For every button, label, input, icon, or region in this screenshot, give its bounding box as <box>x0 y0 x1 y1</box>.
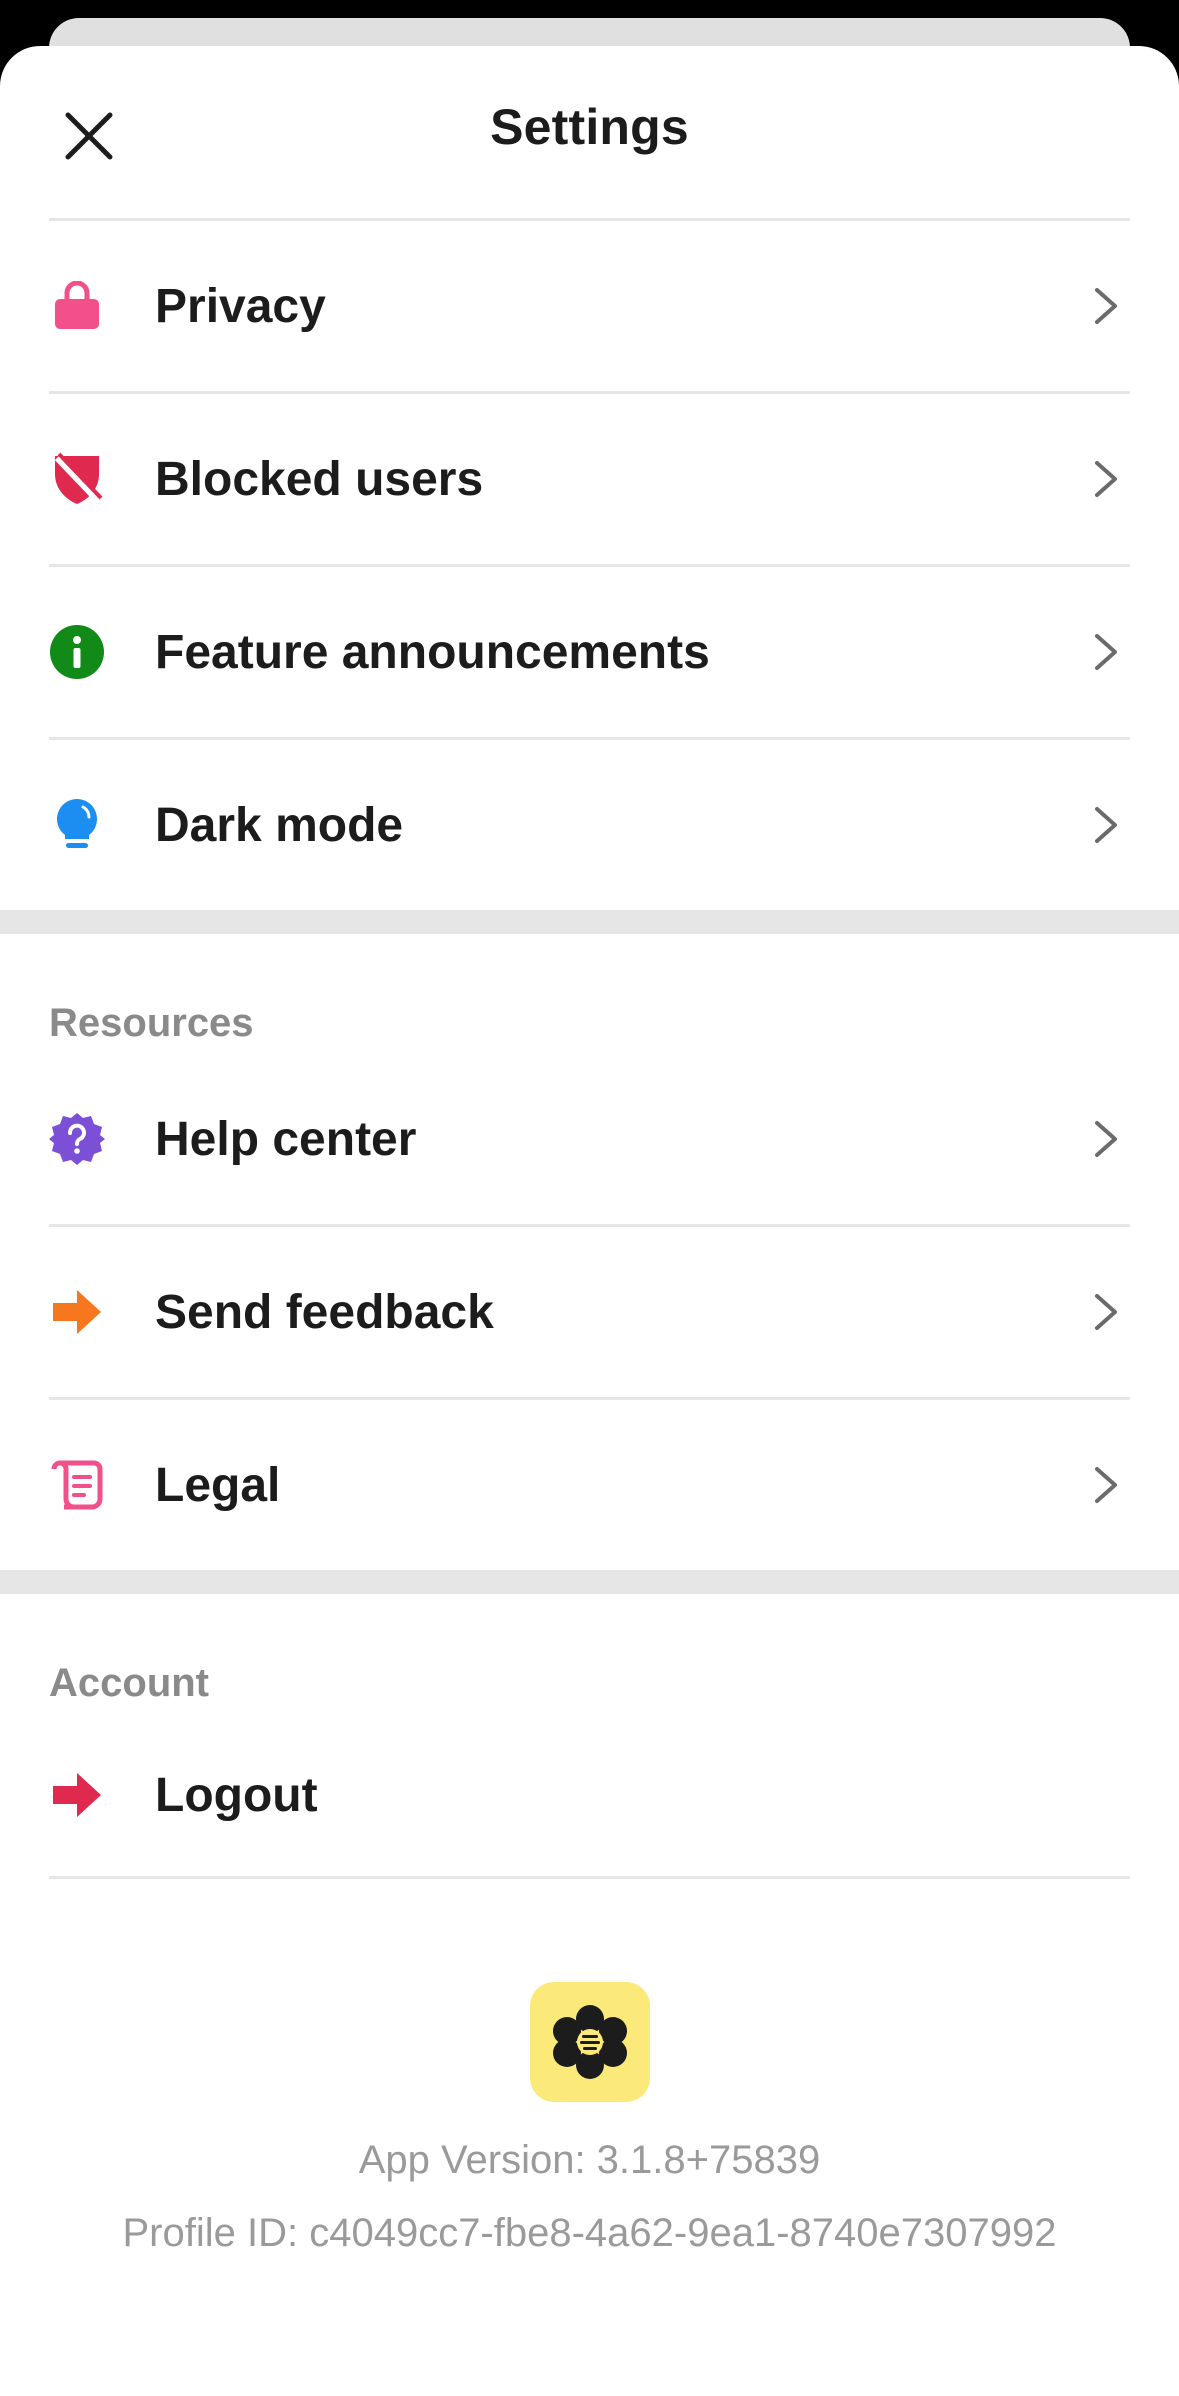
resources-list: Help center Send feedback Legal <box>49 1054 1130 1570</box>
app-logo-icon <box>529 1982 650 2102</box>
section-title-account: Account <box>49 1661 209 1705</box>
settings-item-label: Dark mode <box>155 798 404 852</box>
header: Settings <box>0 46 1179 218</box>
chevron-right-icon <box>1086 459 1126 499</box>
settings-item-privacy[interactable]: Privacy <box>49 218 1130 391</box>
chevron-right-icon <box>1086 805 1126 845</box>
chevron-right-icon <box>1086 1465 1126 1505</box>
section-divider <box>0 910 1179 934</box>
settings-item-label: Feature announcements <box>155 625 710 679</box>
app-version: App Version: 3.1.8+75839 <box>358 2138 821 2182</box>
section-title-resources: Resources <box>49 1001 254 1045</box>
help-badge-icon <box>49 1111 105 1167</box>
arrow-right-icon <box>49 1284 105 1340</box>
chevron-right-icon <box>1086 1119 1126 1159</box>
info-icon <box>49 624 105 680</box>
settings-sheet: Settings Privacy Blocked users Feature a… <box>0 46 1179 2396</box>
settings-item-help-center[interactable]: Help center <box>49 1054 1130 1224</box>
settings-item-label: Blocked users <box>155 452 484 506</box>
settings-item-dark-mode[interactable]: Dark mode <box>49 737 1130 910</box>
settings-item-legal[interactable]: Legal <box>49 1397 1130 1570</box>
settings-item-label: Send feedback <box>155 1285 494 1339</box>
chevron-right-icon <box>1086 632 1126 672</box>
lightbulb-icon <box>49 797 105 853</box>
page-title: Settings <box>490 99 689 155</box>
settings-item-feature-announcements[interactable]: Feature announcements <box>49 564 1130 737</box>
section-divider <box>0 1570 1179 1594</box>
profile-id: Profile ID: c4049cc7-fbe8-4a62-9ea1-8740… <box>122 2211 1057 2255</box>
logout-arrow-icon <box>49 1767 105 1823</box>
account-list: Logout <box>49 1714 1130 1879</box>
footer: App Version: 3.1.8+75839 Profile ID: c40… <box>0 1982 1179 2256</box>
lock-icon <box>49 278 105 334</box>
scroll-icon <box>49 1457 105 1513</box>
settings-item-send-feedback[interactable]: Send feedback <box>49 1224 1130 1397</box>
chevron-right-icon <box>1086 1292 1126 1332</box>
chevron-right-icon <box>1086 286 1126 326</box>
settings-item-label: Help center <box>155 1112 417 1166</box>
settings-item-logout[interactable]: Logout <box>49 1714 1130 1876</box>
settings-list: Privacy Blocked users Feature announceme… <box>49 218 1130 910</box>
settings-item-label: Logout <box>155 1768 318 1822</box>
settings-item-blocked-users[interactable]: Blocked users <box>49 391 1130 564</box>
settings-item-label: Legal <box>155 1458 281 1512</box>
settings-item-label: Privacy <box>155 279 326 333</box>
shield-blocked-icon <box>49 451 105 507</box>
